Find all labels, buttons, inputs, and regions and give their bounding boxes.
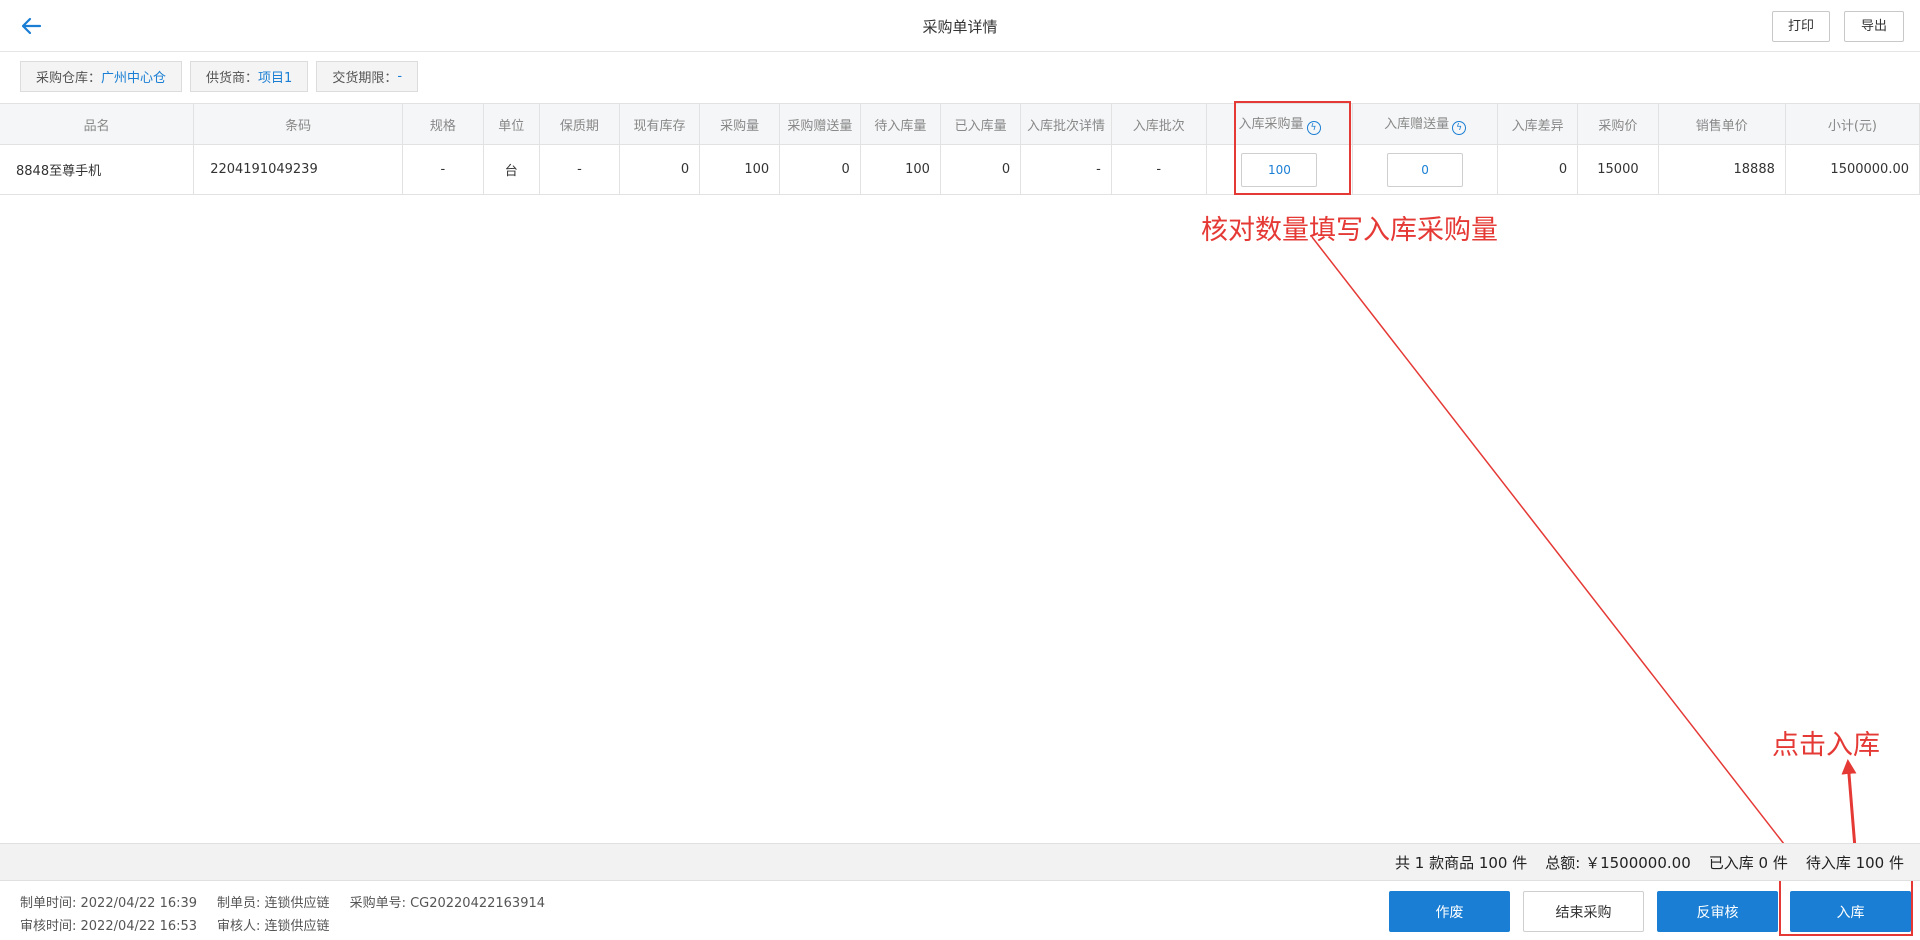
filter-value: - (397, 69, 403, 84)
page-title: 采购单详情 (922, 18, 998, 36)
col-header-batch-detail: 入库批次详情 (1020, 103, 1112, 145)
unaudit-button[interactable]: 反审核 (1657, 891, 1778, 932)
filter-bar: 采购仓库： 广州中心仓 供货商： 项目1 交货期限： - (20, 61, 419, 92)
meta-row-created: 制单时间: 2022/04/22 16:39 制单员: 连锁供应链 采购单号: … (20, 892, 545, 911)
lightning-icon[interactable]: ϟ (1452, 121, 1467, 135)
col-header-shelf-life: 保质期 (539, 103, 620, 145)
cell-unit: 台 (482, 144, 541, 195)
filter-supplier[interactable]: 供货商： 项目1 (190, 61, 309, 92)
in-purchase-qty-input[interactable] (1241, 152, 1318, 187)
meta-row-audit: 审核时间: 2022/04/22 16:53 审核人: 连锁供应链 (20, 915, 330, 934)
cell-pending-qty: 100 (859, 144, 941, 195)
summary-bar: 共 1 款商品 100 件 总额: ￥1500000.00 已入库 0 件 待入… (0, 843, 1920, 881)
cell-purchase-qty: 100 (699, 144, 781, 195)
print-button[interactable]: 打印 (1772, 11, 1830, 42)
cell-diff: 0 (1496, 144, 1579, 195)
cell-sale-price: 18888 (1657, 144, 1786, 195)
table-row: 8848至尊手机 2204191049239 - 台 - 0 100 0 100… (0, 144, 1920, 195)
col-header-stock: 现有库存 (618, 103, 701, 145)
top-bar: 采购单详情 打印 导出 (0, 0, 1920, 52)
col-header-batch: 入库批次 (1110, 103, 1207, 145)
summary-pending: 待入库 100 件 (1805, 853, 1904, 872)
filter-label: 供货商： (206, 71, 259, 86)
lightning-icon[interactable]: ϟ (1306, 121, 1321, 135)
col-header-diff: 入库差异 (1496, 103, 1579, 145)
col-header-barcode: 条码 (193, 103, 404, 145)
col-header-received-qty: 已入库量 (939, 103, 1022, 145)
cell-in-gift-qty (1352, 144, 1498, 195)
meta-order-no: 采购单号: CG20220422163914 (349, 896, 546, 911)
col-header-name: 品名 (0, 103, 195, 145)
col-header-pending-qty: 待入库量 (859, 103, 941, 145)
cell-barcode: 2204191049239 (193, 144, 404, 195)
cell-subtotal: 1500000.00 (1784, 144, 1920, 195)
col-header-purchase-gift-qty: 采购赠送量 (779, 103, 861, 145)
summary-received: 已入库 0 件 (1708, 853, 1788, 872)
cell-spec: - (402, 144, 484, 195)
purchase-items-table: 品名 条码 规格 单位 保质期 现有库存 采购量 采购赠送量 待入库量 已入库量… (0, 103, 1920, 195)
filter-value: 项目1 (258, 71, 293, 86)
cell-received-qty: 0 (939, 144, 1022, 195)
cell-purchase-price: 15000 (1577, 144, 1659, 195)
col-header-unit: 单位 (482, 103, 541, 145)
cell-batch: - (1110, 144, 1207, 195)
col-header-label: 入库采购量 (1238, 117, 1304, 132)
cell-in-purchase-qty (1205, 144, 1354, 195)
cell-batch-detail: - (1020, 144, 1112, 195)
void-button[interactable]: 作废 (1389, 891, 1510, 932)
col-header-spec: 规格 (402, 103, 484, 145)
filter-label: 交货期限： (332, 71, 398, 86)
meta-audit-time: 审核时间: 2022/04/22 16:53 (20, 919, 198, 934)
cell-stock: 0 (618, 144, 701, 195)
filter-delivery-deadline[interactable]: 交货期限： - (316, 61, 419, 92)
filter-label: 采购仓库： (36, 71, 102, 86)
filter-value: 广州中心仓 (101, 71, 167, 86)
col-header-sale-price: 销售单价 (1657, 103, 1786, 145)
annotation-check-qty-note: 核对数量填写入库采购量 (1201, 215, 1498, 246)
meta-created-time: 制单时间: 2022/04/22 16:39 (20, 896, 198, 911)
cell-name: 8848至尊手机 (0, 144, 195, 195)
col-header-in-purchase-qty: 入库采购量 ϟ (1205, 103, 1354, 145)
cell-shelf-life: - (539, 144, 620, 195)
col-header-purchase-qty: 采购量 (699, 103, 781, 145)
table-header-row: 品名 条码 规格 单位 保质期 现有库存 采购量 采购赠送量 待入库量 已入库量… (0, 103, 1920, 145)
col-header-label: 入库赠送量 (1384, 117, 1450, 132)
end-purchase-button[interactable]: 结束采购 (1523, 891, 1644, 932)
summary-item-count: 共 1 款商品 100 件 (1395, 853, 1528, 872)
meta-auditor: 审核人: 连锁供应链 (217, 919, 330, 934)
summary-total: 总额: ￥1500000.00 (1545, 853, 1691, 872)
export-button[interactable]: 导出 (1844, 11, 1904, 42)
annotation-arrow-to-instock (1311, 236, 1813, 882)
col-header-in-gift-qty: 入库赠送量 ϟ (1352, 103, 1498, 145)
annotation-arrow-to-note (1841, 759, 1857, 849)
annotation-click-instock-note: 点击入库 (1772, 730, 1880, 761)
instock-button[interactable]: 入库 (1790, 891, 1911, 932)
col-header-purchase-price: 采购价 (1577, 103, 1659, 145)
in-gift-qty-input[interactable] (1387, 152, 1464, 187)
meta-creator: 制单员: 连锁供应链 (217, 896, 330, 911)
col-header-subtotal: 小计(元) (1784, 103, 1920, 145)
filter-warehouse[interactable]: 采购仓库： 广州中心仓 (20, 61, 183, 92)
cell-purchase-gift-qty: 0 (779, 144, 861, 195)
